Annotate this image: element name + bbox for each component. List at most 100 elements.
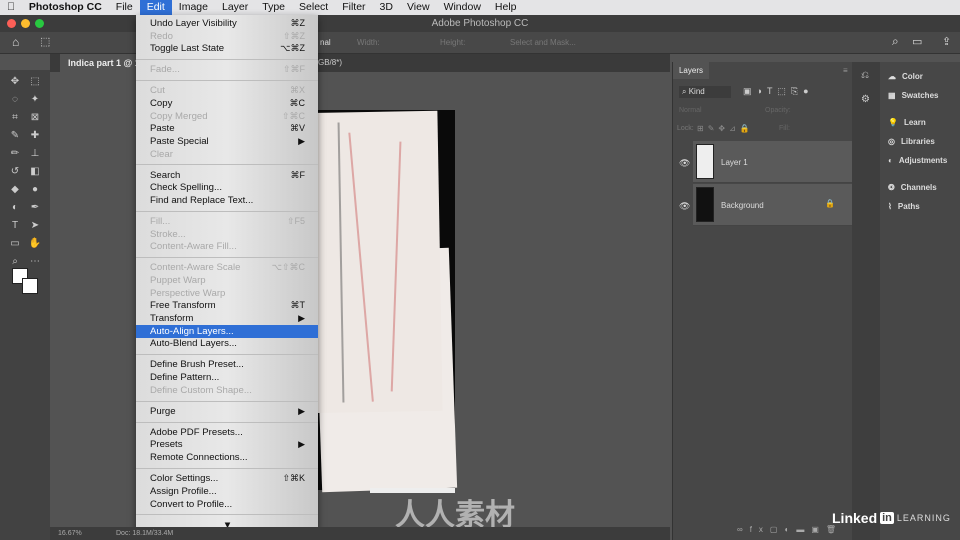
menu-item-presets[interactable]: Presets ▶: [136, 439, 318, 452]
filter-icons[interactable]: ▣◑T⬚⎘●: [743, 86, 814, 97]
blur-icon[interactable]: ●: [28, 184, 42, 196]
properties-icon[interactable]: ⚙: [861, 94, 870, 105]
marquee-tool-icon[interactable]: ⬚: [40, 35, 50, 48]
panel-learn[interactable]: 💡 Learn: [888, 118, 926, 127]
menu-item-check-spelling[interactable]: Check Spelling...: [136, 181, 318, 194]
menu-item-paste-special[interactable]: Paste Special ▶: [136, 135, 318, 148]
home-icon[interactable]: ⌂: [12, 35, 19, 49]
layer-thumbnail: [696, 187, 714, 222]
menu-item-find-and-replace-text[interactable]: Find and Replace Text...: [136, 194, 318, 207]
path-select-icon[interactable]: ➤: [28, 220, 42, 232]
move-tool-icon[interactable]: ✥: [8, 76, 22, 88]
hand-tool-icon[interactable]: ✋: [28, 238, 42, 250]
panel-swatches[interactable]: ▦ Swatches: [888, 91, 938, 100]
marquee-tool-icon[interactable]: ⬚: [28, 76, 42, 88]
menu-item-purge[interactable]: Purge ▶: [136, 405, 318, 418]
crop-tool-icon[interactable]: ⌗: [8, 112, 22, 124]
apple-icon[interactable]: : [0, 0, 22, 15]
canvas-image-layer-1[interactable]: [297, 110, 443, 414]
style-select[interactable]: nal: [320, 38, 331, 47]
menu-file[interactable]: File: [109, 0, 140, 15]
blend-mode-select[interactable]: Normal: [679, 107, 702, 114]
pen-tool-icon[interactable]: ✒: [28, 202, 42, 214]
menu-item-label: Auto-Blend Layers...: [150, 338, 237, 350]
menu-item-assign-profile[interactable]: Assign Profile...: [136, 485, 318, 498]
eye-icon[interactable]: 👁: [679, 158, 690, 169]
eyedropper-icon[interactable]: ✎: [8, 130, 22, 142]
brush-tool-icon[interactable]: ✏: [8, 148, 22, 160]
bucket-icon[interactable]: ◆: [8, 184, 22, 196]
panel-color[interactable]: ☁ Color: [888, 72, 923, 81]
panel-adjustments[interactable]: ◐ Adjustments: [888, 156, 947, 165]
menu-item-label: Remote Connections...: [150, 452, 248, 464]
doc-info[interactable]: Doc: 18.1M/33.4M: [116, 527, 173, 540]
menu-select[interactable]: Select: [292, 0, 335, 15]
menu-item-convert-to-profile[interactable]: Convert to Profile...: [136, 498, 318, 511]
menu-filter[interactable]: Filter: [335, 0, 372, 15]
layer-actions-icons[interactable]: ∞fx▢◐▬▣🗑: [737, 525, 843, 534]
workspace-icon[interactable]: ▭: [912, 35, 922, 48]
kind-filter-select[interactable]: ⌕ Kind: [679, 86, 731, 98]
menu-type[interactable]: Type: [255, 0, 292, 15]
panel-libraries[interactable]: ◎ Libraries: [888, 137, 935, 146]
menu-item-color-settings[interactable]: Color Settings... ⇧⌘K: [136, 472, 318, 485]
lasso-tool-icon[interactable]: ◌: [8, 94, 22, 106]
select-and-mask-button[interactable]: Select and Mask...: [510, 38, 576, 47]
menu-item-copy[interactable]: Copy ⌘C: [136, 97, 318, 110]
panel-menu-icon[interactable]: ≡: [843, 66, 848, 75]
menu-item-auto-blend-layers[interactable]: Auto-Blend Layers...: [136, 338, 318, 351]
dodge-icon[interactable]: ◐: [8, 202, 22, 214]
panel-paths[interactable]: ⌇ Paths: [888, 202, 920, 211]
panel-channels[interactable]: ❂ Channels: [888, 183, 937, 192]
frame-tool-icon[interactable]: ⊠: [28, 112, 42, 124]
menu-item-auto-align-layers[interactable]: Auto-Align Layers...: [136, 324, 318, 338]
menu-window[interactable]: Window: [437, 0, 488, 15]
search-icon[interactable]: ⌕: [892, 34, 899, 49]
menu-separator: [136, 76, 318, 84]
menu-item-free-transform[interactable]: Free Transform ⌘T: [136, 300, 318, 313]
menu-view[interactable]: View: [400, 0, 437, 15]
menu-item-define-pattern[interactable]: Define Pattern...: [136, 371, 318, 384]
fill-label[interactable]: Fill:: [779, 125, 790, 132]
menu-item-transform[interactable]: Transform ▶: [136, 312, 318, 325]
healing-brush-icon[interactable]: ✚: [28, 130, 42, 142]
layer-row-background[interactable]: Background 🔒: [693, 184, 855, 226]
shape-tool-icon[interactable]: ▭: [8, 238, 22, 250]
menu-item-shortcut: ⌥⌘Z: [280, 43, 305, 54]
menu-edit[interactable]: Edit: [139, 0, 172, 15]
opacity-label[interactable]: Opacity:: [765, 107, 791, 114]
zoom-tool-icon[interactable]: ⌕: [8, 256, 22, 268]
menu-item-define-brush-preset[interactable]: Define Brush Preset...: [136, 359, 318, 372]
background-color[interactable]: [22, 278, 38, 294]
menu-layer[interactable]: Layer: [215, 0, 255, 15]
menu-item-undo-layer-visibility[interactable]: Undo Layer Visibility ⌘Z: [136, 17, 318, 30]
menu-item-label: Perspective Warp: [150, 287, 226, 299]
close-button[interactable]: [7, 19, 16, 28]
tools-panel: ✥ ⬚ ◌ ✦ ⌗ ⊠ ✎ ✚ ✏ ⊥ ↺ ◧ ◆ ● ◐ ✒ T ➤ ▭ ✋ ⌕ ⋯: [0, 70, 50, 540]
zoom-button[interactable]: [35, 19, 44, 28]
menu-image[interactable]: Image: [172, 0, 215, 15]
eraser-icon[interactable]: ◧: [28, 166, 42, 178]
magic-wand-icon[interactable]: ✦: [28, 94, 42, 106]
layer-row-layer-1[interactable]: Layer 1: [693, 141, 855, 183]
adjustments-icon: ◐: [888, 156, 893, 165]
lock-icons[interactable]: ⊞✎✥⊿🔒: [697, 124, 754, 133]
type-tool-icon[interactable]: T: [8, 220, 22, 232]
layers-tab[interactable]: Layers: [673, 62, 709, 79]
minimize-button[interactable]: [21, 19, 30, 28]
menu-item-toggle-last-state[interactable]: Toggle Last State ⌥⌘Z: [136, 42, 318, 55]
eye-icon[interactable]: 👁: [679, 201, 690, 212]
stamp-tool-icon[interactable]: ⊥: [28, 148, 42, 160]
menu-item-remote-connections[interactable]: Remote Connections...: [136, 451, 318, 464]
share-icon[interactable]: ⇪: [942, 35, 951, 48]
menu-item-adobe-pdf-presets[interactable]: Adobe PDF Presets...: [136, 426, 318, 439]
menu-help[interactable]: Help: [488, 0, 524, 15]
app-menu[interactable]: Photoshop CC: [22, 0, 109, 15]
history-brush-icon[interactable]: ↺: [8, 166, 22, 178]
menu-item-search[interactable]: Search ⌘F: [136, 169, 318, 182]
menu-item-paste[interactable]: Paste ⌘V: [136, 122, 318, 135]
history-icon[interactable]: ⎌: [861, 70, 869, 81]
more-tools-icon[interactable]: ⋯: [28, 256, 42, 268]
menu-3d[interactable]: 3D: [373, 0, 400, 15]
zoom-level[interactable]: 16.67%: [58, 527, 82, 540]
